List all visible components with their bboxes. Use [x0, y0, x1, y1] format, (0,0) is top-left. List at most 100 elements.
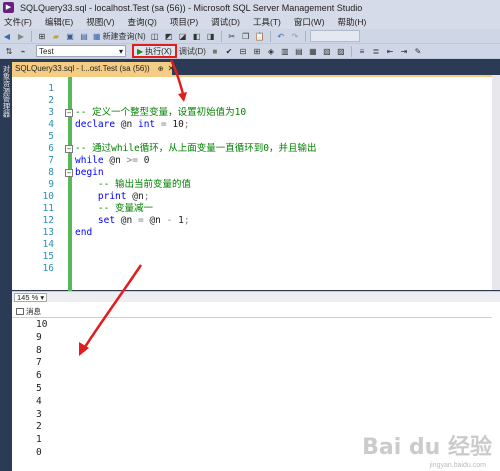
specify-values-icon[interactable]: ✎ [412, 45, 424, 57]
code-token: @n [120, 215, 133, 226]
undo-icon[interactable]: ↶ [275, 30, 287, 42]
code-token: ; [143, 191, 150, 202]
ssms-app-icon: ▶ [3, 2, 14, 13]
cut-icon[interactable]: ✂ [226, 30, 238, 42]
cancel-query-icon[interactable]: ■ [209, 45, 221, 57]
output-line: 5 [36, 383, 42, 394]
menu-bar: 文件(F) 编辑(E) 视图(V) 查询(Q) 项目(P) 调试(D) 工具(T… [0, 15, 500, 29]
toolbar-separator [304, 30, 306, 42]
output-line: 4 [36, 395, 42, 407]
output-line: 2 [36, 421, 42, 433]
code-line: 7 while @n >= 0 [12, 155, 492, 167]
debug-label: 调试(D) [178, 46, 206, 56]
statistics-icon[interactable]: ▤ [293, 45, 305, 57]
connect-icon[interactable]: ⇅ [3, 45, 15, 57]
code-line: 8 − begin [12, 167, 492, 179]
menu-window[interactable]: 窗口(W) [294, 16, 325, 28]
collapse-icon[interactable]: − [65, 169, 73, 177]
redo-icon[interactable]: ↷ [289, 30, 301, 42]
menu-file[interactable]: 文件(F) [4, 16, 32, 28]
zoom-value: 145 % [17, 292, 39, 302]
menu-project[interactable]: 项目(P) [170, 16, 198, 28]
menu-view[interactable]: 视图(V) [86, 16, 114, 28]
code-token: int [137, 119, 156, 130]
estimated-plan-icon[interactable]: ⊟ [237, 45, 249, 57]
collapse-icon[interactable]: − [65, 109, 73, 117]
query-designer-icon[interactable]: ⊞ [251, 45, 263, 57]
code-token: @n [109, 155, 121, 166]
title-bar: ▶ SQLQuery33.sql - localhost.Test (sa (5… [0, 0, 500, 15]
editor-scrollbar[interactable] [492, 75, 500, 290]
code-token: begin [75, 167, 104, 178]
uncomment-icon[interactable]: ≣ [370, 45, 382, 57]
results-text-icon[interactable]: ▧ [321, 45, 333, 57]
code-text: -- 输出当前变量的值 [75, 179, 192, 190]
code-text: end [75, 227, 92, 239]
code-token: >= [126, 155, 138, 166]
line-number: 8 [48, 167, 54, 178]
code-text: declare @n int = 10; [75, 119, 190, 131]
menu-tools[interactable]: 工具(T) [253, 16, 281, 28]
zoom-selector[interactable]: 145 % ▾ [14, 292, 48, 302]
code-token: @n [149, 215, 161, 226]
dmx-icon[interactable]: ◧ [191, 30, 203, 42]
debug-button[interactable]: 调试(D) [178, 45, 207, 57]
menu-help[interactable]: 帮助(H) [338, 16, 367, 28]
intellisense-icon[interactable]: ◈ [265, 45, 277, 57]
line-number: 16 [42, 263, 54, 274]
messages-tab-label: 消息 [26, 306, 41, 316]
watermark-sub: jingyan.baidu.com [429, 462, 486, 469]
comment-out-icon[interactable]: ≡ [356, 45, 368, 57]
database-selector[interactable]: Test ▾ [36, 45, 126, 57]
actual-plan-icon[interactable]: ▥ [279, 45, 291, 57]
execute-button[interactable]: ▶ 执行(X) [132, 44, 177, 58]
menu-edit[interactable]: 编辑(E) [45, 16, 73, 28]
messages-icon [16, 307, 24, 315]
toolbar-separator [269, 30, 271, 42]
save-icon[interactable]: ▣ [64, 30, 76, 42]
new-project-icon[interactable]: ⊞ [36, 30, 48, 42]
mdx-icon[interactable]: ◪ [177, 30, 189, 42]
output-line: 10 [36, 319, 48, 330]
open-file-icon[interactable]: ▰ [50, 30, 62, 42]
new-query-button[interactable]: ▦ 新建查询(N) [92, 30, 147, 42]
collapse-icon[interactable]: − [65, 145, 73, 153]
object-explorer-tab[interactable]: 对象资源管理器 [0, 61, 11, 471]
query-editor[interactable]: 1 2 3− -- 定义一个整型变量，设置初始值为10 4 declare @n int … [12, 75, 500, 292]
change-connection-icon[interactable]: ⌁ [17, 45, 29, 57]
tab-messages[interactable]: 消息 [16, 306, 41, 316]
back-icon[interactable]: ◀ [1, 30, 13, 42]
menu-query[interactable]: 查询(Q) [128, 16, 157, 28]
paste-icon[interactable]: 📋 [254, 30, 266, 42]
analysis-icon[interactable]: ◩ [163, 30, 175, 42]
line-number: 4 [48, 119, 54, 130]
results-file-icon[interactable]: ▨ [335, 45, 347, 57]
tab-sqlquery33[interactable]: SQLQuery33.sql - l...ost.Test (sa (56)) … [12, 62, 174, 75]
forward-icon[interactable]: ▶ [15, 30, 27, 42]
line-number: 1 [48, 83, 54, 94]
increase-indent-icon[interactable]: ⇥ [398, 45, 410, 57]
output-line: 3 [36, 408, 42, 420]
query-icon[interactable]: ◫ [149, 30, 161, 42]
decrease-indent-icon[interactable]: ⇤ [384, 45, 396, 57]
code-text: -- 通过while循环，从上面变量一直循环到0，并且输出 [75, 143, 317, 154]
code-line: 5 [12, 131, 492, 143]
code-line: 9 -- 输出当前变量的值 [12, 179, 492, 191]
parse-icon[interactable]: ✔ [223, 45, 235, 57]
line-number: 11 [42, 203, 54, 214]
copy-icon[interactable]: ❐ [240, 30, 252, 42]
save-all-icon[interactable]: ▤ [78, 30, 90, 42]
pin-icon[interactable]: ⊕ [158, 65, 164, 73]
code-text: -- 定义一个整型变量，设置初始值为10 [75, 107, 247, 118]
annotation-arrow-execute [169, 59, 187, 102]
results-grid-icon[interactable]: ▦ [307, 45, 319, 57]
watermark-logo: Bai du 经验 [362, 435, 492, 460]
execute-label: 执行(X) [145, 46, 172, 56]
standard-toolbar: ◀ ▶ ⊞ ▰ ▣ ▤ ▦ 新建查询(N) ◫ ◩ ◪ ◧ ◨ ✂ ❐ 📋 ↶ ↷ [0, 29, 500, 44]
xmla-icon[interactable]: ◨ [205, 30, 217, 42]
code-line: 3 − -- 定义一个整型变量，设置初始值为10 [12, 107, 492, 119]
code-token: while [75, 155, 104, 166]
menu-debug[interactable]: 调试(D) [211, 16, 240, 28]
code-line: 4 declare @n int = 10; [12, 119, 492, 131]
solution-config-combo[interactable] [309, 30, 360, 42]
